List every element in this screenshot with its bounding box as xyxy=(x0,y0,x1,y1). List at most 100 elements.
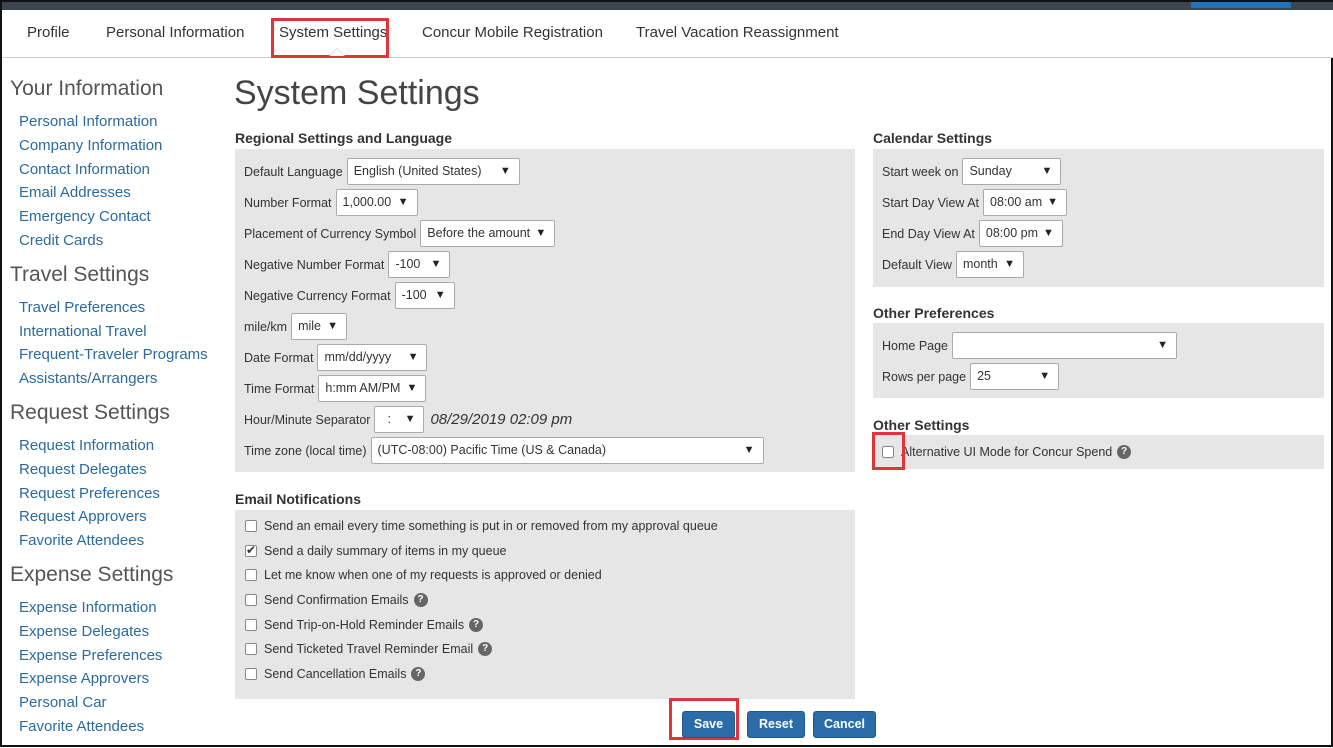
sidebar-item-request-preferences[interactable]: Request Preferences xyxy=(10,482,220,506)
tab-bar: Profile Personal Information System Sett… xyxy=(2,10,1333,58)
email-notification-row: Send Trip-on-Hold Reminder Emails? xyxy=(245,618,484,632)
home-page-label: Home Page xyxy=(882,338,949,353)
sidebar-item-emergency-contact[interactable]: Emergency Contact xyxy=(10,205,220,229)
reset-button[interactable]: Reset xyxy=(747,711,805,738)
start-day-label: Start Day View At xyxy=(882,195,980,210)
help-icon[interactable]: ? xyxy=(469,618,484,632)
tab-profile[interactable]: Profile xyxy=(27,10,70,58)
save-button[interactable]: Save xyxy=(682,711,735,738)
other-settings-title: Other Settings xyxy=(873,417,970,433)
email-notification-label: Send Cancellation Emails xyxy=(264,667,407,681)
number-format-value: 1,000.00 xyxy=(342,195,392,209)
sidebar-item-email-addresses[interactable]: Email Addresses xyxy=(10,181,220,205)
sidebar-item-request-delegates[interactable]: Request Delegates xyxy=(10,458,220,482)
help-icon[interactable]: ? xyxy=(411,667,426,681)
end-day-value: 08:00 pm xyxy=(985,226,1039,240)
mile-km-select[interactable]: mile ▼ xyxy=(291,313,348,340)
regional-settings-title: Regional Settings and Language xyxy=(235,130,453,146)
negative-currency-label: Negative Currency Format xyxy=(244,288,391,303)
calendar-settings-title: Calendar Settings xyxy=(873,130,993,146)
default-language-select[interactable]: English (United States) ▼ xyxy=(346,158,520,185)
default-language-value: English (United States) xyxy=(353,164,482,178)
sidebar-item-credit-cards[interactable]: Credit Cards xyxy=(10,229,220,253)
negative-number-select[interactable]: -100 ▼ xyxy=(388,251,451,278)
chevron-down-icon: ▼ xyxy=(1004,258,1015,270)
rows-per-page-label: Rows per page xyxy=(882,369,967,384)
email-notification-label: Send Trip-on-Hold Reminder Emails xyxy=(264,618,465,632)
sidebar-item-contact-information[interactable]: Contact Information xyxy=(10,158,220,182)
tab-system-settings[interactable]: System Settings xyxy=(271,10,389,58)
chevron-down-icon: ▼ xyxy=(1039,370,1051,382)
email-notification-label: Send Confirmation Emails xyxy=(264,593,409,607)
sidebar-group-request-settings: Request Settings Request Information Req… xyxy=(10,400,220,553)
top-bar-accent xyxy=(1191,2,1291,8)
help-icon[interactable]: ? xyxy=(413,593,428,607)
chevron-down-icon: ▼ xyxy=(397,196,409,208)
start-day-select[interactable]: 08:00 am ▼ xyxy=(983,189,1068,216)
chevron-down-icon: ▼ xyxy=(434,289,446,301)
sidebar-item-company-information[interactable]: Company Information xyxy=(10,134,220,158)
sidebar-item-expense-information[interactable]: Expense Information xyxy=(10,596,220,620)
sidebar-heading: Travel Settings xyxy=(10,262,150,286)
sidebar-item-request-approvers[interactable]: Request Approvers xyxy=(10,505,220,529)
email-notification-label: Let me know when one of my requests is a… xyxy=(264,568,602,582)
help-icon[interactable]: ? xyxy=(1117,445,1132,459)
date-format-value: mm/dd/yyyy xyxy=(324,350,392,364)
sidebar-item-expense-delegates[interactable]: Expense Delegates xyxy=(10,620,220,644)
sidebar-item-personal-car[interactable]: Personal Car xyxy=(10,691,220,715)
sidebar-item-request-favorite-attendees[interactable]: Favorite Attendees xyxy=(10,529,220,553)
chevron-down-icon: ▼ xyxy=(404,413,416,425)
cancel-button[interactable]: Cancel xyxy=(813,711,876,738)
email-notification-checkbox[interactable] xyxy=(245,619,257,631)
chevron-down-icon: ▼ xyxy=(1047,196,1059,208)
end-day-select[interactable]: 08:00 pm ▼ xyxy=(978,220,1063,247)
alt-ui-label: Alternative UI Mode for Concur Spend xyxy=(901,445,1113,459)
sidebar-item-expense-approvers[interactable]: Expense Approvers xyxy=(10,667,220,691)
date-format-select[interactable]: mm/dd/yyyy ▼ xyxy=(317,344,428,371)
top-bar xyxy=(2,2,1333,10)
sidebar-item-frequent-traveler-programs[interactable]: Frequent-Traveler Programs xyxy=(10,343,220,367)
rows-per-page-select[interactable]: 25 ▼ xyxy=(970,363,1060,390)
sidebar-item-international-travel[interactable]: International Travel xyxy=(10,320,220,344)
email-notification-row: Send an email every time something is pu… xyxy=(245,519,718,533)
time-format-select[interactable]: h:mm AM/PM ▼ xyxy=(318,375,427,402)
help-icon[interactable]: ? xyxy=(478,642,493,656)
timezone-label: Time zone (local time) xyxy=(244,443,367,458)
start-week-select[interactable]: Sunday ▼ xyxy=(962,158,1062,185)
email-notification-checkbox[interactable] xyxy=(245,569,257,581)
email-notification-checkbox[interactable] xyxy=(245,594,257,606)
default-view-select[interactable]: month ▼ xyxy=(955,251,1024,278)
rows-per-page-value: 25 xyxy=(977,369,991,383)
email-notification-checkbox[interactable] xyxy=(245,520,257,532)
sidebar-item-request-information[interactable]: Request Information xyxy=(10,434,220,458)
tab-concur-mobile-registration[interactable]: Concur Mobile Registration xyxy=(422,10,603,58)
tab-travel-vacation-reassignment[interactable]: Travel Vacation Reassignment xyxy=(636,10,839,58)
sidebar-item-expense-preferences[interactable]: Expense Preferences xyxy=(10,644,220,668)
email-notification-label: Send an email every time something is pu… xyxy=(264,519,718,533)
default-language-label: Default Language xyxy=(244,164,343,179)
chevron-down-icon: ▼ xyxy=(1157,339,1169,351)
sidebar-item-expense-favorite-attendees[interactable]: Favorite Attendees xyxy=(10,715,220,739)
timezone-select[interactable]: (UTC-08:00) Pacific Time (US & Canada) ▼ xyxy=(370,437,764,464)
chevron-down-icon: ▼ xyxy=(1041,165,1053,177)
sidebar-group-expense-settings: Expense Settings Expense Information Exp… xyxy=(10,562,220,739)
number-format-select[interactable]: 1,000.00 ▼ xyxy=(335,189,418,216)
sidebar-group-travel-settings: Travel Settings Travel Preferences Inter… xyxy=(10,262,220,391)
tab-personal-information[interactable]: Personal Information xyxy=(106,10,244,58)
home-page-select[interactable]: ▼ xyxy=(952,332,1178,359)
number-format-label: Number Format xyxy=(244,195,332,210)
sidebar-item-personal-information[interactable]: Personal Information xyxy=(10,110,220,134)
separator-select[interactable]: : ▼ xyxy=(374,406,425,433)
email-notification-checkbox[interactable] xyxy=(245,643,257,655)
email-notification-checkbox[interactable] xyxy=(245,668,257,680)
negative-currency-select[interactable]: -100 ▼ xyxy=(394,282,455,309)
sidebar-heading: Expense Settings xyxy=(10,562,174,586)
sidebar-item-travel-preferences[interactable]: Travel Preferences xyxy=(10,296,220,320)
currency-symbol-select[interactable]: Before the amount ▼ xyxy=(420,220,556,247)
chevron-down-icon: ▼ xyxy=(406,382,418,394)
email-notification-checkbox[interactable] xyxy=(245,543,257,557)
separator-label: Hour/Minute Separator xyxy=(244,412,371,427)
email-notification-label: Send a daily summary of items in my queu… xyxy=(264,544,507,558)
email-notifications-title: Email Notifications xyxy=(235,491,362,507)
sidebar-item-assistants-arrangers[interactable]: Assistants/Arrangers xyxy=(10,367,220,391)
